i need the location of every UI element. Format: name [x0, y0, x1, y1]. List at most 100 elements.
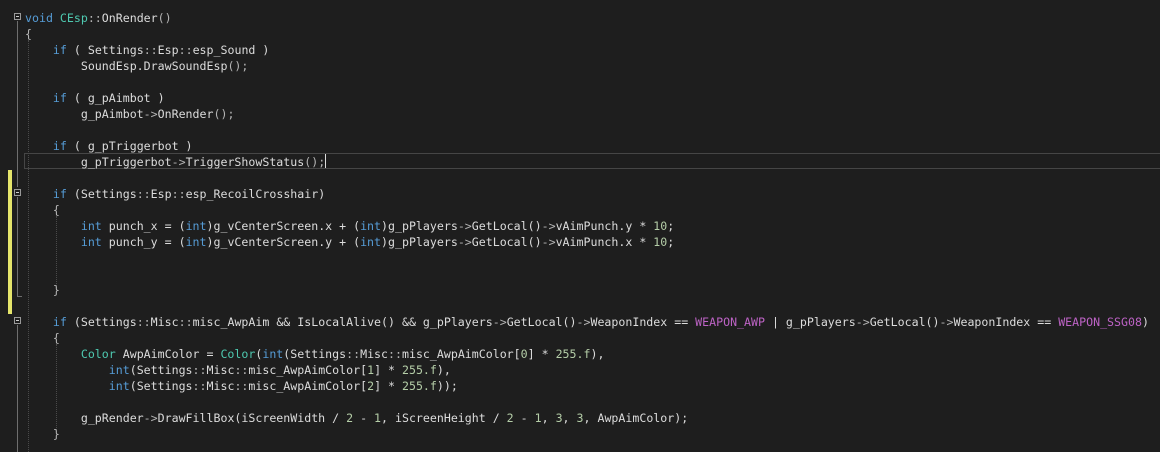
code-token: Color — [80, 347, 116, 361]
code-token: , AwpAimColor); — [583, 411, 689, 425]
code-token: punch_x = ( — [101, 219, 186, 233]
code-token: -> — [457, 235, 472, 249]
code-token: 1 — [534, 411, 542, 425]
code-token: misc_AwpAimColor[ — [248, 379, 368, 393]
code-token: GetLocal() — [506, 315, 577, 329]
code-token: if — [52, 315, 67, 329]
code-token: -> — [541, 219, 556, 233]
code-token: ] * — [374, 363, 402, 377]
code-token: 3 — [576, 411, 584, 425]
outline-end — [17, 296, 22, 297]
code-token: 1 — [367, 363, 375, 377]
code-token: esp_Sound — [192, 43, 256, 57]
code-line[interactable]: if ( g_pTriggerbot ) — [25, 138, 193, 154]
code-line[interactable]: void CEsp::OnRender() — [25, 10, 172, 26]
code-token: int — [360, 235, 382, 249]
code-token: } — [52, 283, 60, 297]
code-token: :: — [136, 315, 151, 329]
code-token: int — [108, 379, 130, 393]
code-token: -> — [143, 107, 158, 121]
code-line[interactable]: { — [25, 202, 60, 218]
code-token: | g_pPlayers — [764, 315, 856, 329]
code-token: () — [157, 11, 172, 25]
code-token: ( g_pAimbot ) — [66, 91, 165, 105]
code-token: (); — [227, 59, 249, 73]
code-token: (Settings — [66, 187, 137, 201]
code-token: :: — [192, 363, 207, 377]
code-token: CEsp — [59, 11, 88, 25]
code-token: if — [52, 187, 67, 201]
code-line[interactable]: Color AwpAimColor = Color(int(Settings::… — [25, 346, 605, 362]
code-token: int — [262, 347, 284, 361]
code-line[interactable]: g_pAimbot->OnRender(); — [25, 106, 235, 122]
code-token: -> — [492, 315, 507, 329]
code-token: WeaponIndex == — [953, 315, 1059, 329]
code-line[interactable]: int punch_y = (int)g_vCenterScreen.y + (… — [25, 234, 674, 250]
code-token: -> — [576, 315, 591, 329]
collapse-icon[interactable] — [14, 13, 21, 20]
code-line[interactable]: if ( Settings::Esp::esp_Sound ) — [25, 42, 269, 58]
code-token: vAimPunch.y * — [555, 219, 654, 233]
code-token: 255.f — [401, 379, 437, 393]
code-token: , — [562, 411, 577, 425]
code-token: g_pRender — [80, 411, 144, 425]
code-line[interactable]: int(Settings::Misc::misc_AwpAimColor[2] … — [25, 378, 458, 394]
code-line[interactable]: { — [25, 26, 32, 42]
code-token: )); — [436, 379, 458, 393]
code-token: Misc — [206, 379, 235, 393]
code-line[interactable]: { — [25, 330, 60, 346]
code-editor[interactable]: void CEsp::OnRender(){ if ( Settings::Es… — [0, 0, 1160, 452]
code-line[interactable]: int punch_x = (int)g_vCenterScreen.x + (… — [25, 218, 674, 234]
code-token: OnRender — [101, 11, 158, 25]
code-token: :: — [192, 379, 207, 393]
code-token: -> — [541, 235, 556, 249]
code-line[interactable]: } — [25, 426, 60, 442]
code-line[interactable]: g_pTriggerbot->TriggerShowStatus(); — [25, 154, 327, 170]
code-token: 2 — [506, 411, 514, 425]
code-token: int — [360, 219, 382, 233]
code-token: 2 — [367, 379, 375, 393]
code-token: Esp — [157, 43, 179, 57]
code-token: WEAPON_SSG08 — [1058, 315, 1142, 329]
code-token: ; — [667, 235, 675, 249]
code-line[interactable]: int(Settings::Misc::misc_AwpAimColor[1] … — [25, 362, 451, 378]
code-line[interactable]: g_pRender->DrawFillBox(iScreenWidth / 2 … — [25, 410, 688, 426]
code-token: misc_AwpAimColor[ — [401, 347, 521, 361]
code-line[interactable]: if (Settings::Esp::esp_RecoilCrosshair) — [25, 186, 325, 202]
code-token: misc_AwpAimColor[ — [248, 363, 368, 377]
code-line[interactable]: if ( g_pAimbot ) — [25, 90, 165, 106]
code-token: 0 — [520, 347, 528, 361]
code-token: void — [25, 11, 53, 25]
code-line[interactable]: SoundEsp.DrawSoundEsp(); — [25, 58, 249, 74]
collapse-icon[interactable] — [14, 317, 21, 324]
code-token: ( g_pTriggerbot ) — [66, 139, 193, 153]
code-token: if — [52, 91, 67, 105]
code-token: g_pTriggerbot — [80, 155, 172, 169]
code-token: if — [52, 43, 67, 57]
code-line[interactable]: } — [25, 282, 60, 298]
code-token: (); — [304, 155, 326, 169]
code-token: GetLocal() — [471, 235, 542, 249]
code-token: WeaponIndex == — [590, 315, 696, 329]
code-token: - — [353, 411, 375, 425]
code-token: :: — [178, 43, 193, 57]
collapse-icon[interactable] — [14, 189, 21, 196]
code-token: TriggerShowStatus — [185, 155, 305, 169]
code-token: GetLocal() — [869, 315, 940, 329]
code-token: int — [185, 219, 207, 233]
code-token: ) — [255, 43, 270, 57]
code-token: if — [52, 139, 67, 153]
code-token: ), — [590, 347, 605, 361]
code-token: DrawFillBox(iScreenWidth / — [157, 411, 347, 425]
code-line[interactable]: if (Settings::Misc::misc_AwpAim && IsLoc… — [25, 314, 1149, 330]
code-token: Color — [220, 347, 256, 361]
code-token: (Settings — [66, 315, 137, 329]
code-token: (Settings — [129, 379, 193, 393]
